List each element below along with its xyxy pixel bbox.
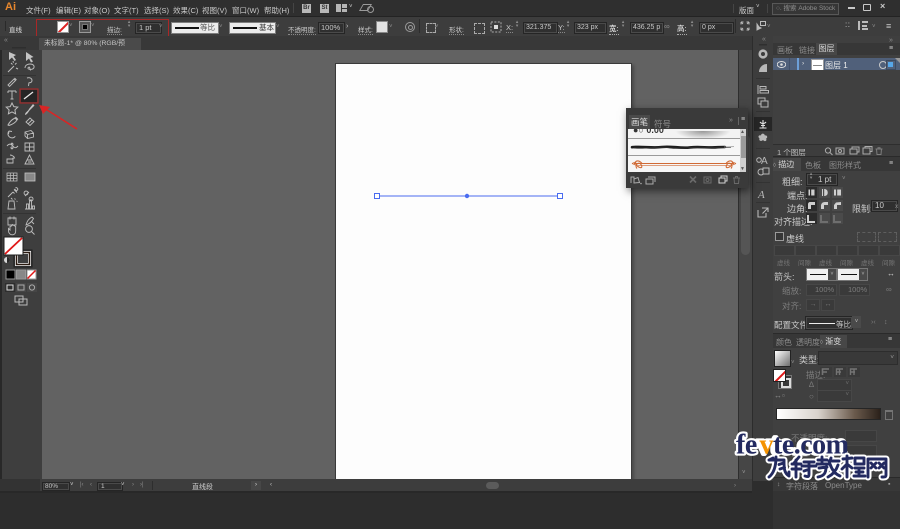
- svg-text:A: A: [761, 156, 768, 167]
- svg-text:A: A: [757, 189, 765, 201]
